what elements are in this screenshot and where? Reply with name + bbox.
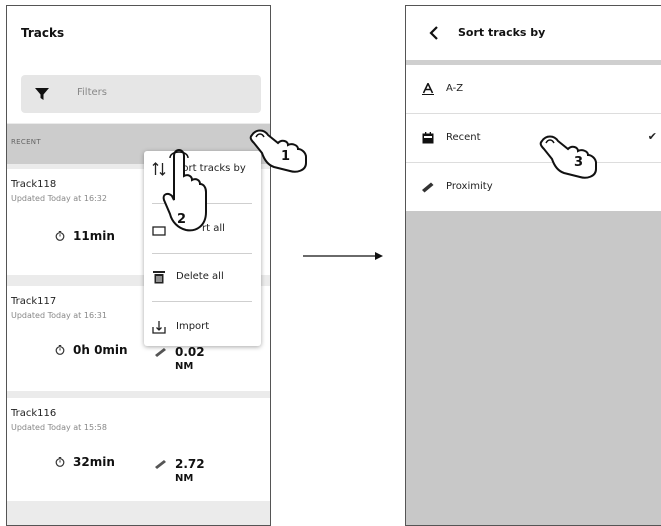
distance-value: 2.72 xyxy=(175,457,205,471)
menu-item-label: Import xyxy=(176,321,210,332)
stopwatch-icon xyxy=(55,345,65,355)
track-updated: Updated Today at 16:31 xyxy=(11,311,107,320)
import-icon xyxy=(152,321,166,334)
hand-pointer-icon xyxy=(249,129,307,173)
sort-option-label: A-Z xyxy=(446,83,464,94)
alphabet-icon xyxy=(422,83,434,95)
chevron-left-icon[interactable] xyxy=(428,26,440,40)
track-name: Track117 xyxy=(11,296,57,307)
duration-value: 11min xyxy=(73,229,115,243)
menu-divider xyxy=(152,253,252,254)
distance-unit: NM xyxy=(175,473,194,484)
track-name: Track116 xyxy=(11,408,57,419)
page-title: Tracks xyxy=(21,26,65,40)
menu-item-import[interactable]: Import xyxy=(144,309,261,345)
stopwatch-icon xyxy=(55,457,65,467)
track-updated: Updated Today at 15:58 xyxy=(11,423,107,432)
flow-arrow-icon xyxy=(303,252,383,260)
calendar-icon xyxy=(422,132,434,144)
duration-value: 32min xyxy=(73,455,115,469)
step-number: 2 xyxy=(177,212,187,227)
hand-pointer-icon xyxy=(539,135,597,179)
hand-pointer-annotation: 1 xyxy=(248,127,307,173)
section-label: RECENT xyxy=(11,138,41,146)
ruler-icon xyxy=(155,348,166,357)
track-row[interactable]: Track116 Updated Today at 15:58 32min 2.… xyxy=(7,398,270,501)
distance-value: 0.02 xyxy=(175,345,205,359)
track-updated: Updated Today at 16:32 xyxy=(11,194,107,203)
distance-unit: NM xyxy=(175,361,194,372)
trash-icon xyxy=(153,271,165,284)
tracks-header: Tracks Filters xyxy=(7,6,270,123)
step-number: 1 xyxy=(281,149,291,164)
sort-option-az[interactable]: A-Z xyxy=(406,65,661,113)
ruler-icon xyxy=(422,182,434,193)
duration-value: 0h 0min xyxy=(73,343,128,357)
menu-divider xyxy=(152,301,252,302)
hand-pointer-annotation: 3 xyxy=(538,133,597,179)
check-icon: ✔ xyxy=(647,130,657,143)
track-duration: 0h 0min xyxy=(55,343,128,357)
ruler-icon xyxy=(155,460,166,469)
tracks-screen: Tracks Filters RECENT Track118 Updated T… xyxy=(6,5,271,526)
sort-option-label: Recent xyxy=(446,132,481,143)
sort-option-proximity[interactable]: Proximity xyxy=(406,163,661,211)
sort-option-recent[interactable]: Recent ✔ xyxy=(406,114,661,162)
menu-item-label: Delete all xyxy=(176,271,224,282)
track-duration: 11min xyxy=(55,229,115,243)
sort-tracks-screen: Sort tracks by A-Z Recent ✔ Proximity xyxy=(405,5,661,526)
hand-pointer-annotation: 2 xyxy=(160,146,208,232)
stopwatch-icon xyxy=(55,231,65,241)
step-number: 3 xyxy=(574,155,584,170)
menu-item-delete-all[interactable]: Delete all xyxy=(144,259,261,295)
filters-input[interactable]: Filters xyxy=(21,75,261,113)
page-title: Sort tracks by xyxy=(458,26,546,39)
track-name: Track118 xyxy=(11,179,57,190)
sort-header: Sort tracks by xyxy=(406,6,661,60)
filters-placeholder: Filters xyxy=(77,87,107,98)
funnel-icon xyxy=(35,88,49,100)
sort-option-label: Proximity xyxy=(446,181,493,192)
track-duration: 32min xyxy=(55,455,115,469)
